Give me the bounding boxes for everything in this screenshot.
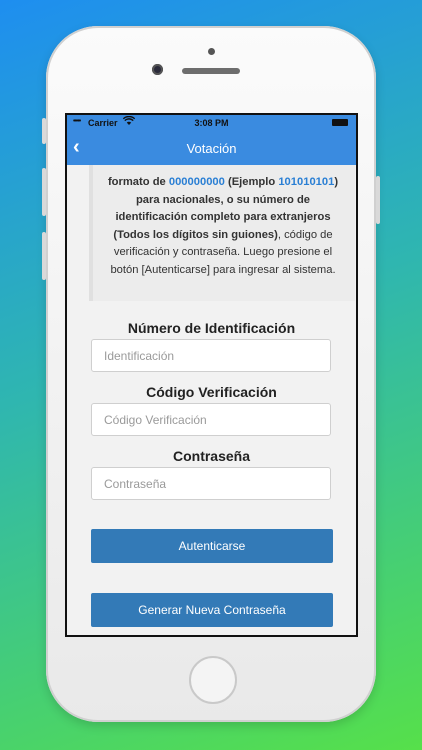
generate-new-password-button[interactable]: Generar Nueva Contraseña xyxy=(91,593,333,627)
volume-up-button xyxy=(42,168,46,216)
verification-code-label: Código Verificación xyxy=(146,384,277,400)
id-input[interactable] xyxy=(91,339,331,372)
power-button xyxy=(376,176,380,224)
format-example-zeros: 000000000 xyxy=(168,176,225,188)
mute-switch xyxy=(42,118,46,144)
instructions-text: formato de 000000000 (Ejemplo 101010101)… xyxy=(103,174,343,279)
app-screen: ••••• Carrier 3:08 PM ‹ Votación formato… xyxy=(67,115,356,635)
authenticate-button[interactable]: Autenticarse xyxy=(91,529,333,563)
status-time: 3:08 PM xyxy=(194,118,229,128)
home-button[interactable] xyxy=(189,656,237,704)
earpiece-speaker xyxy=(182,68,240,74)
navigation-bar: ‹ Votación xyxy=(67,131,356,165)
password-label: Contraseña xyxy=(172,448,251,464)
login-content: formato de 000000000 (Ejemplo 101010101)… xyxy=(67,165,356,635)
battery-icon xyxy=(332,119,348,126)
id-label: Número de Identificación xyxy=(127,320,296,336)
instructions-part-3: (Ejemplo xyxy=(224,176,279,188)
phone-screen: ••••• Carrier 3:08 PM ‹ Votación formato… xyxy=(65,113,358,637)
instructions-part-1: formato de xyxy=(107,176,169,188)
volume-down-button xyxy=(42,232,46,280)
proximity-sensor xyxy=(208,48,215,55)
status-bar: ••••• Carrier 3:08 PM xyxy=(67,115,356,131)
verification-code-input[interactable] xyxy=(91,403,331,436)
front-camera xyxy=(152,64,163,75)
nav-title: Votación xyxy=(186,141,237,156)
format-example-number: 101010101 xyxy=(278,176,335,188)
password-input[interactable] xyxy=(91,467,331,500)
